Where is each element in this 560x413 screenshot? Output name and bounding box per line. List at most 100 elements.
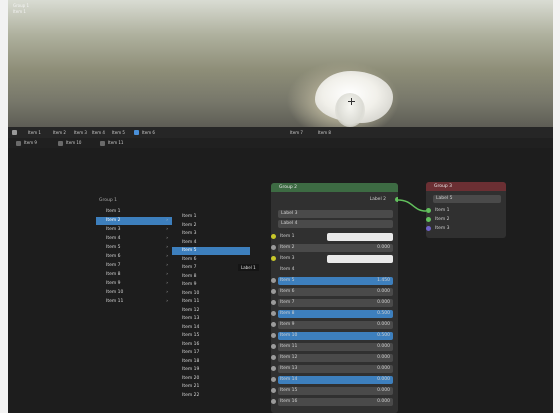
- submenu-item[interactable]: Item 16: [172, 341, 250, 349]
- bsdf-input-socket[interactable]: [271, 333, 276, 338]
- submenu-item[interactable]: Item 9: [172, 281, 250, 289]
- add-menu-item[interactable]: Item 6 ›: [96, 253, 172, 261]
- bsdf-input-row[interactable]: Item 3: [271, 255, 398, 263]
- bsdf-input-row[interactable]: Item 16 0.000: [271, 398, 398, 406]
- add-menu-item[interactable]: Item 3 ›: [96, 226, 172, 234]
- submenu-item-label: Item 16: [182, 341, 200, 347]
- bsdf-input-row[interactable]: Item 15 0.000: [271, 387, 398, 395]
- add-menu-item[interactable]: Item 1: [96, 208, 172, 216]
- submenu-item[interactable]: Item 10: [172, 290, 250, 298]
- bsdf-input-row[interactable]: Item 12 0.000: [271, 354, 398, 362]
- bsdf-input-field[interactable]: [327, 255, 393, 263]
- add-menu-item[interactable]: Item 7 ›: [96, 262, 172, 270]
- surface-input-socket[interactable]: [426, 208, 431, 213]
- bsdf-input-socket[interactable]: [271, 278, 276, 283]
- submenu-item[interactable]: Item 2: [172, 222, 250, 230]
- add-menu-item[interactable]: Item 8 ›: [96, 271, 172, 279]
- add-menu-item[interactable]: Item 11 ›: [96, 298, 172, 306]
- submenu-item[interactable]: Item 3: [172, 230, 250, 238]
- node-title[interactable]: Group 3: [426, 182, 506, 191]
- bsdf-input-socket[interactable]: [271, 311, 276, 316]
- bsdf-input-socket[interactable]: [271, 245, 276, 250]
- submenu-item[interactable]: Item 12: [172, 307, 250, 315]
- bsdf-input-field[interactable]: [278, 244, 393, 252]
- material-output-node[interactable]: Group 3 Label 5 Item 1 Item 2 Item 3: [426, 182, 506, 238]
- submenu-item[interactable]: Item 17: [172, 349, 250, 357]
- bsdf-input-field[interactable]: [278, 288, 393, 296]
- principled-bsdf-node[interactable]: Group 2 Label 2 Label 3 Label 4 Item 1 It…: [271, 183, 398, 413]
- submenu-item[interactable]: Item 18: [172, 358, 250, 366]
- bsdf-input-row[interactable]: Item 1: [271, 233, 398, 241]
- submenu-item[interactable]: Item 20: [172, 375, 250, 383]
- bsdf-input-socket[interactable]: [271, 234, 276, 239]
- submenu-item[interactable]: Item 8: [172, 273, 250, 281]
- menu-item-label: Item 2: [106, 218, 121, 223]
- 3d-cursor-icon[interactable]: [348, 98, 355, 105]
- bsdf-input-field[interactable]: [278, 321, 393, 329]
- submenu-item-label: Item 21: [182, 384, 200, 389]
- submenu-item[interactable]: Item 19: [172, 366, 250, 374]
- bsdf-input-value: 0.000: [377, 245, 390, 250]
- bsdf-input-socket[interactable]: [271, 366, 276, 371]
- bsdf-input-field[interactable]: [278, 277, 393, 285]
- bsdf-input-socket[interactable]: [271, 344, 276, 349]
- submenu-item[interactable]: Item 6: [172, 256, 250, 264]
- bsdf-input-field[interactable]: [278, 310, 393, 318]
- bsdf-input-socket[interactable]: [271, 256, 276, 261]
- bsdf-input-socket[interactable]: [271, 322, 276, 327]
- chevron-right-icon: ›: [166, 227, 168, 232]
- subsurface-method-dropdown[interactable]: Label 4: [278, 220, 393, 228]
- add-menu-item[interactable]: Item 4 ›: [96, 235, 172, 243]
- submenu-item[interactable]: Item 15: [172, 332, 250, 340]
- submenu-item[interactable]: Item 22: [172, 392, 250, 400]
- target-dropdown[interactable]: Label 5: [433, 195, 501, 203]
- bsdf-output-socket[interactable]: [395, 197, 398, 202]
- add-menu-item[interactable]: Item 5 ›: [96, 244, 172, 252]
- tooltip: Label 1: [238, 264, 259, 271]
- add-menu-item[interactable]: Item 9 ›: [96, 280, 172, 288]
- bsdf-input-value: 0.000: [377, 322, 390, 327]
- node-title[interactable]: Group 2: [271, 183, 398, 192]
- submenu-item[interactable]: Item 4: [172, 239, 250, 247]
- 3d-viewport[interactable]: Group 1 Item 1: [8, 0, 553, 127]
- viewport-overlay-line: Item 1: [13, 9, 26, 14]
- bsdf-input-row[interactable]: Item 9 0.000: [271, 321, 398, 329]
- add-menu-item[interactable]: Item 10 ›: [96, 289, 172, 297]
- chevron-right-icon: ›: [166, 254, 168, 259]
- bsdf-input-label: Item 8: [280, 311, 295, 316]
- bsdf-input-socket[interactable]: [271, 388, 276, 393]
- bsdf-input-socket[interactable]: [271, 300, 276, 305]
- bsdf-input-label: Item 12: [280, 355, 298, 360]
- displacement-input-socket[interactable]: [426, 226, 431, 231]
- distribution-dropdown[interactable]: Label 3: [278, 210, 393, 218]
- bsdf-input-row[interactable]: Item 5 1.450: [271, 277, 398, 285]
- submenu-item[interactable]: Item 14: [172, 324, 250, 332]
- bsdf-input-row[interactable]: Item 14 0.000: [271, 376, 398, 384]
- bsdf-input-socket[interactable]: [271, 377, 276, 382]
- bsdf-input-label: Item 7: [280, 300, 295, 305]
- bsdf-input-row[interactable]: Item 11 0.000: [271, 343, 398, 351]
- submenu-item[interactable]: Item 5: [172, 247, 250, 255]
- volume-input-socket[interactable]: [426, 217, 431, 222]
- bsdf-input-socket[interactable]: [271, 399, 276, 404]
- submenu-item[interactable]: Item 1: [172, 213, 250, 221]
- bsdf-input-field[interactable]: [278, 299, 393, 307]
- submenu-item[interactable]: Item 11: [172, 298, 250, 306]
- bsdf-input-row[interactable]: Item 10 0.500: [271, 332, 398, 340]
- add-menu-item[interactable]: Item 2 ›: [96, 217, 172, 225]
- bsdf-input-row[interactable]: Item 13 0.000: [271, 365, 398, 373]
- bsdf-input-socket[interactable]: [271, 355, 276, 360]
- bsdf-input-value: 0.000: [377, 388, 390, 393]
- bsdf-input-row[interactable]: Item 7 0.000: [271, 299, 398, 307]
- bsdf-input-socket[interactable]: [271, 289, 276, 294]
- bsdf-input-row[interactable]: Item 2 0.000: [271, 244, 398, 252]
- shader-node-editor[interactable]: Item 1 Item 2 Item 3 Item 4 Item 5 Item …: [8, 127, 553, 413]
- bsdf-input-row[interactable]: Item 6 0.000: [271, 288, 398, 296]
- bsdf-input-field[interactable]: [327, 233, 393, 241]
- chevron-right-icon: ›: [166, 281, 168, 286]
- submenu-item[interactable]: Item 21: [172, 383, 250, 391]
- submenu-item-label: Item 15: [182, 333, 200, 338]
- submenu-item[interactable]: Item 13: [172, 315, 250, 323]
- submenu-item-label: Item 14: [182, 324, 200, 330]
- bsdf-input-row[interactable]: Item 8 0.500: [271, 310, 398, 318]
